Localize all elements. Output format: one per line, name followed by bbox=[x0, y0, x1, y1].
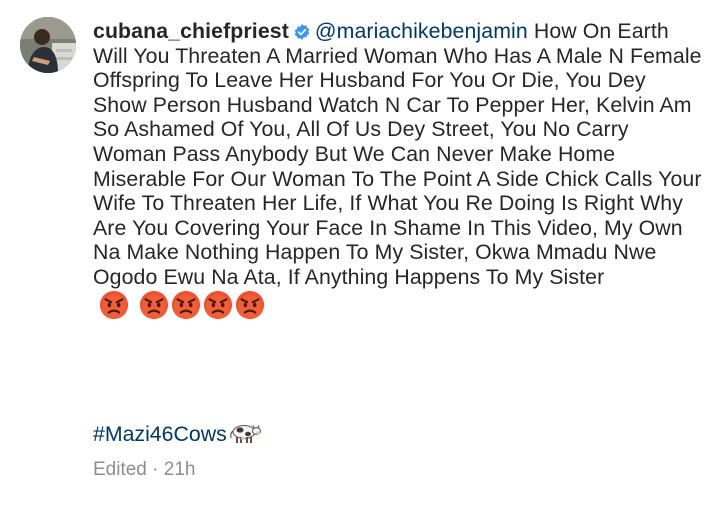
meta-separator: · bbox=[152, 459, 159, 480]
emoji-group bbox=[93, 290, 265, 319]
edited-label: Edited bbox=[93, 459, 147, 480]
angry-face-emoji bbox=[235, 290, 265, 319]
angry-face-emoji bbox=[99, 290, 129, 319]
comment-text: cubana_chiefpriest @mariachikebenjamin Ho… bbox=[93, 19, 705, 320]
angry-face-emoji bbox=[203, 290, 233, 319]
verified-badge-icon bbox=[294, 24, 310, 40]
comment-body: How On Earth Will You Threaten A Married… bbox=[93, 19, 702, 289]
comment-meta: Edited · 21h bbox=[93, 458, 195, 482]
mention-link[interactable]: @mariachikebenjamin bbox=[315, 19, 528, 43]
hashtag-link[interactable]: #Mazi46Cows bbox=[93, 422, 227, 446]
timestamp[interactable]: 21h bbox=[164, 459, 196, 480]
avatar-photo bbox=[20, 17, 76, 73]
angry-face-emoji bbox=[139, 290, 169, 319]
cow-emoji bbox=[229, 425, 261, 443]
hashtag-line: #Mazi46Cows bbox=[93, 419, 262, 447]
angry-face-emoji bbox=[171, 290, 201, 319]
avatar[interactable] bbox=[20, 17, 76, 73]
username-link[interactable]: cubana_chiefpriest bbox=[93, 19, 289, 43]
